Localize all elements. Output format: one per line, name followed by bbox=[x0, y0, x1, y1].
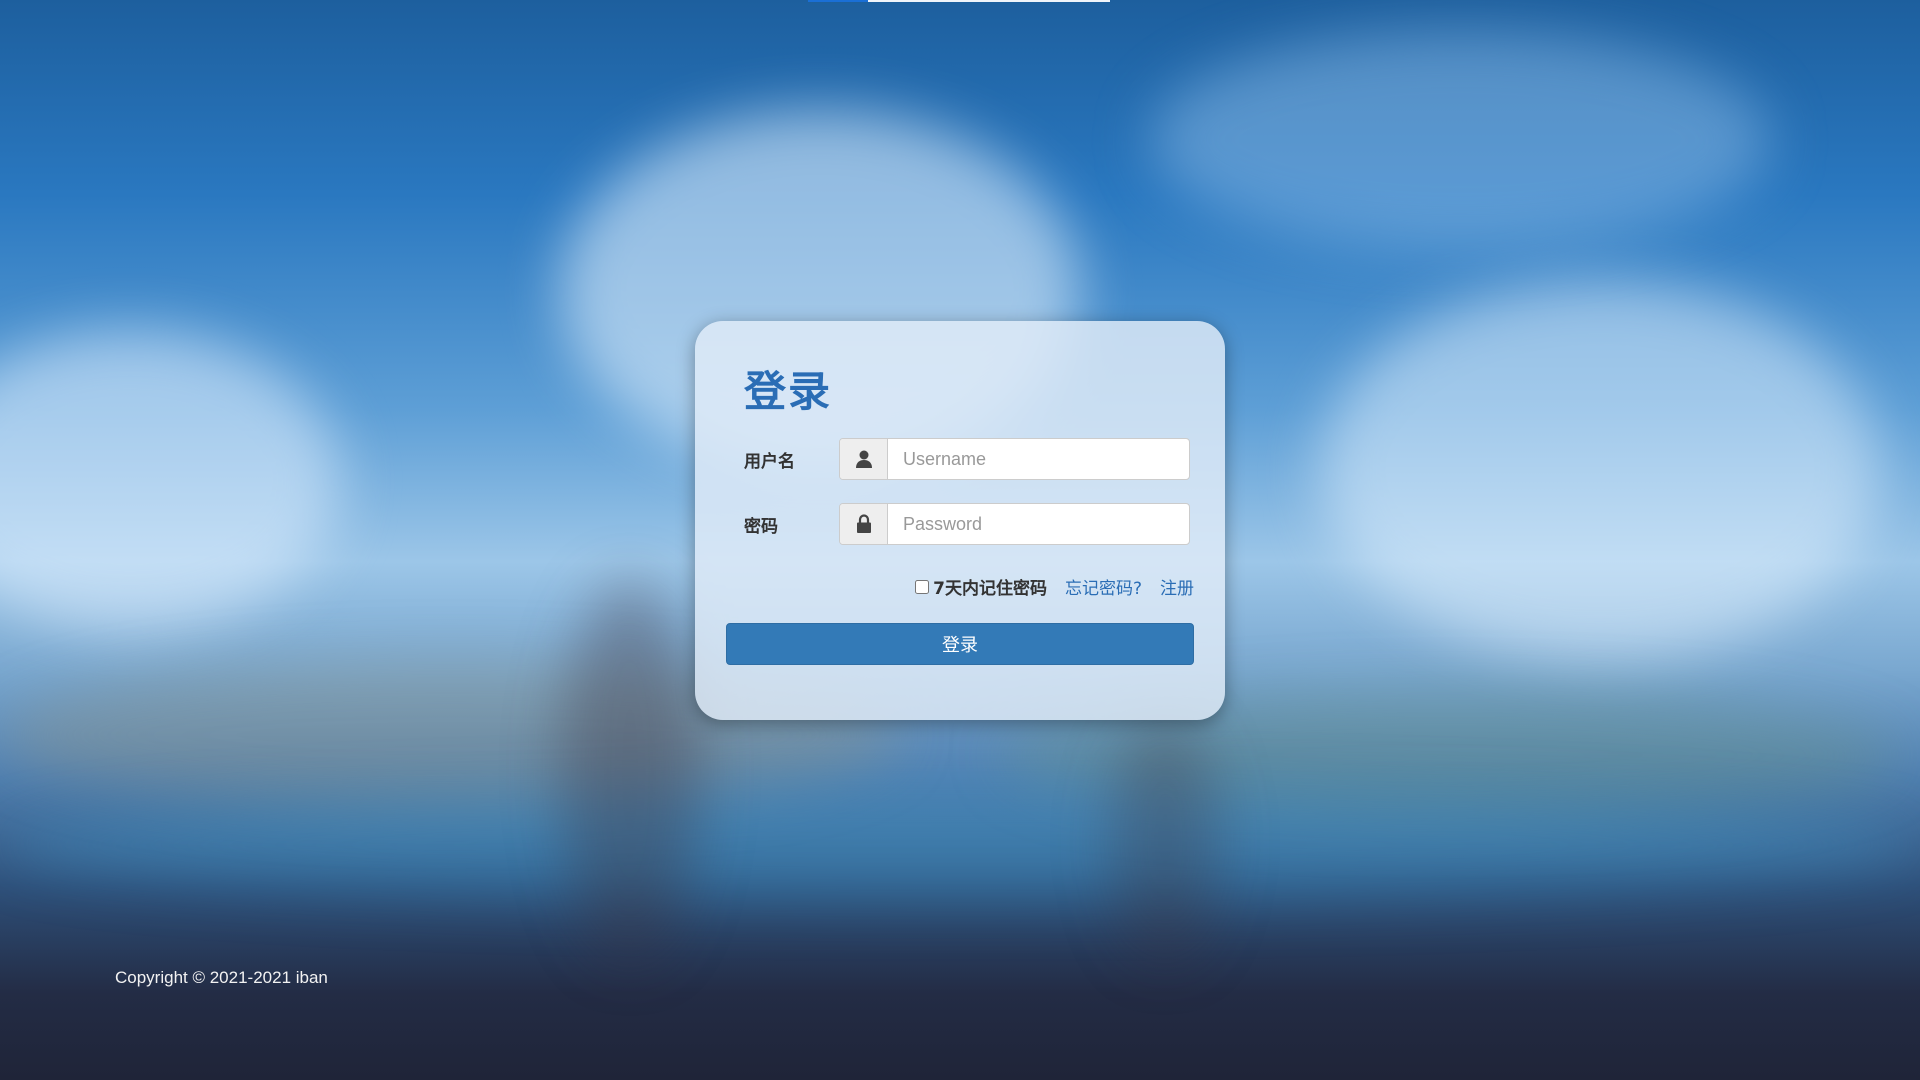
username-input-group bbox=[839, 438, 1190, 480]
remember-label[interactable]: 7天内记住密码 bbox=[933, 574, 1047, 599]
login-options: 7天内记住密码 忘记密码? 注册 bbox=[915, 574, 1194, 599]
password-label: 密码 bbox=[744, 516, 778, 537]
top-progress-bar bbox=[808, 0, 868, 2]
username-input[interactable] bbox=[888, 439, 1189, 479]
password-input[interactable] bbox=[888, 504, 1189, 544]
login-card: 登录 用户名 密码 7天内记住密码 忘 bbox=[695, 321, 1225, 720]
username-row: 用户名 bbox=[744, 438, 1190, 480]
username-label: 用户名 bbox=[744, 451, 795, 472]
password-input-group bbox=[839, 503, 1190, 545]
copyright-text: Copyright © 2021-2021 iban bbox=[115, 968, 328, 987]
remember-checkbox[interactable] bbox=[915, 579, 930, 594]
register-link[interactable]: 注册 bbox=[1160, 574, 1194, 599]
forgot-password-link[interactable]: 忘记密码? bbox=[1065, 574, 1142, 599]
login-button[interactable]: 登录 bbox=[726, 623, 1194, 665]
top-progress-track bbox=[868, 0, 1110, 2]
password-row: 密码 bbox=[744, 503, 1190, 545]
user-icon bbox=[840, 439, 888, 479]
lock-icon bbox=[840, 504, 888, 544]
page-title: 登录 bbox=[744, 367, 833, 416]
